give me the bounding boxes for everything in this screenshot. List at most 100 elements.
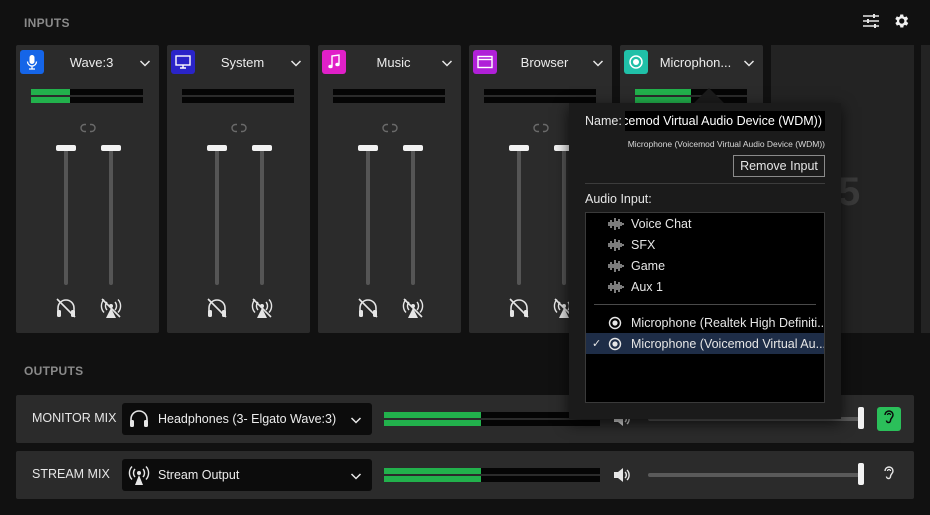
stream-mix-meter-left bbox=[384, 468, 600, 474]
stream-mix-volume-slider[interactable] bbox=[648, 473, 862, 477]
remove-input-button[interactable]: Remove Input bbox=[733, 155, 825, 177]
list-item-label: Aux 1 bbox=[631, 279, 663, 294]
channel-name: Browser bbox=[520, 54, 569, 70]
list-item-virtual-input[interactable]: SFX bbox=[586, 234, 824, 255]
stream-mix-row: STREAM MIX Stream Output bbox=[16, 451, 914, 499]
link-icon[interactable] bbox=[80, 120, 96, 133]
monitor-fader-handle[interactable] bbox=[56, 145, 76, 151]
monitor-mix-listen-button[interactable] bbox=[877, 407, 901, 431]
stream-fader-handle[interactable] bbox=[403, 145, 423, 151]
stream-mix-listen-button[interactable] bbox=[877, 463, 901, 487]
channel-strip: Wave:3 bbox=[16, 45, 159, 333]
chevron-down-icon[interactable] bbox=[592, 56, 604, 68]
level-meter-right bbox=[31, 97, 143, 103]
channel-header[interactable]: Microphon... bbox=[624, 50, 755, 74]
chevron-down-icon bbox=[350, 413, 362, 425]
list-item-virtual-input[interactable]: Voice Chat bbox=[586, 213, 824, 234]
sliders-icon[interactable] bbox=[862, 12, 880, 30]
level-meter-left bbox=[31, 89, 143, 95]
divider bbox=[585, 183, 825, 184]
inputs-title: INPUTS bbox=[24, 16, 70, 30]
stream-fader[interactable] bbox=[109, 147, 113, 285]
monitor-fader-handle[interactable] bbox=[358, 145, 378, 151]
chevron-down-icon[interactable] bbox=[743, 56, 755, 68]
music-note-icon bbox=[322, 50, 346, 74]
monitor-fader-handle[interactable] bbox=[509, 145, 529, 151]
input-settings-popup: Name: Voicemod Virtual Audio Device (WDM… bbox=[569, 103, 841, 419]
channel-header[interactable]: Wave:3 bbox=[20, 50, 151, 74]
monitor-fader-handle[interactable] bbox=[207, 145, 227, 151]
audio-input-list[interactable]: Voice Chat SFX Game Aux 1 Microphone (Realt… bbox=[585, 212, 825, 403]
list-item-label: Voice Chat bbox=[631, 216, 692, 231]
audio-wave-icon bbox=[608, 217, 624, 231]
browser-window-icon bbox=[473, 50, 497, 74]
list-item-label: SFX bbox=[631, 237, 656, 252]
level-meter-right bbox=[333, 97, 445, 103]
channel-header[interactable]: Browser bbox=[473, 50, 604, 74]
speaker-icon[interactable] bbox=[612, 465, 632, 485]
link-icon[interactable] bbox=[382, 120, 398, 133]
audio-wave-icon bbox=[608, 280, 624, 294]
monitor-fader[interactable] bbox=[64, 147, 68, 285]
chevron-down-icon[interactable] bbox=[441, 56, 453, 68]
meter-fill bbox=[31, 89, 71, 95]
stream-muted-icon[interactable] bbox=[100, 297, 122, 319]
meter-fill bbox=[31, 97, 71, 103]
stream-fader-handle[interactable] bbox=[101, 145, 121, 151]
monitor-fader[interactable] bbox=[215, 147, 219, 285]
list-item-device[interactable]: Microphone (Realtek High Definiti... bbox=[586, 312, 824, 333]
headphones-muted-icon[interactable] bbox=[357, 297, 379, 319]
monitor-mix-device-name: Headphones (3- Elgato Wave:3) bbox=[158, 412, 337, 426]
name-input[interactable]: Voicemod Virtual Audio Device (WDM)) bbox=[625, 111, 825, 131]
popup-pointer bbox=[693, 88, 725, 104]
list-separator bbox=[594, 304, 816, 305]
list-item-device[interactable]: ✓ Microphone (Voicemod Virtual Au... bbox=[586, 333, 824, 354]
monitor-fader[interactable] bbox=[366, 147, 370, 285]
stream-fader[interactable] bbox=[562, 147, 566, 285]
channel-header[interactable]: System bbox=[171, 50, 302, 74]
headphones-muted-icon[interactable] bbox=[55, 297, 77, 319]
chevron-down-icon[interactable] bbox=[290, 56, 302, 68]
stream-mix-device-select[interactable]: Stream Output bbox=[122, 459, 372, 491]
name-input-value: Voicemod Virtual Audio Device (WDM)) bbox=[625, 114, 822, 128]
broadcast-icon bbox=[128, 464, 150, 486]
device-subtitle: Microphone (Voicemod Virtual Audio Devic… bbox=[627, 139, 825, 149]
stream-fader-handle[interactable] bbox=[252, 145, 272, 151]
radio-icon bbox=[608, 337, 624, 351]
channel-name: System bbox=[220, 54, 265, 70]
monitor-mix-device-select[interactable]: Headphones (3- Elgato Wave:3) bbox=[122, 403, 372, 435]
gear-icon[interactable] bbox=[892, 12, 910, 30]
headphones-muted-icon[interactable] bbox=[206, 297, 228, 319]
stream-fader[interactable] bbox=[411, 147, 415, 285]
audio-input-label: Audio Input: bbox=[585, 192, 652, 206]
headphones-muted-icon[interactable] bbox=[508, 297, 530, 319]
stream-muted-icon[interactable] bbox=[402, 297, 424, 319]
stream-mix-volume-handle[interactable] bbox=[858, 463, 864, 485]
monitor-mix-meter-left bbox=[384, 412, 600, 418]
monitor-fader[interactable] bbox=[517, 147, 521, 285]
headphones-icon bbox=[128, 408, 150, 430]
channel-name: Wave:3 bbox=[69, 54, 114, 70]
stream-fader[interactable] bbox=[260, 147, 264, 285]
link-icon[interactable] bbox=[533, 120, 549, 133]
channel-name: Music bbox=[376, 54, 411, 70]
checkmark-icon: ✓ bbox=[592, 338, 602, 350]
microphone-icon bbox=[20, 50, 44, 74]
monitor-mix-label: MONITOR MIX bbox=[32, 411, 117, 425]
list-item-virtual-input[interactable]: Game bbox=[586, 255, 824, 276]
chevron-down-icon bbox=[350, 469, 362, 481]
list-item-label: Microphone (Realtek High Definiti... bbox=[631, 315, 824, 330]
link-icon[interactable] bbox=[231, 120, 247, 133]
ear-icon bbox=[881, 409, 897, 430]
stream-muted-icon[interactable] bbox=[251, 297, 273, 319]
level-meter-left bbox=[484, 89, 596, 95]
monitor-mix-volume-handle[interactable] bbox=[858, 407, 864, 429]
channel-header[interactable]: Music bbox=[322, 50, 453, 74]
record-icon bbox=[624, 50, 648, 74]
list-item-virtual-input[interactable]: Aux 1 bbox=[586, 276, 824, 297]
stream-mix-label: STREAM MIX bbox=[32, 467, 110, 481]
level-meter-left bbox=[635, 89, 747, 95]
list-item-label: Microphone (Voicemod Virtual Au... bbox=[631, 336, 824, 351]
audio-wave-icon bbox=[608, 238, 624, 252]
chevron-down-icon[interactable] bbox=[139, 56, 151, 68]
